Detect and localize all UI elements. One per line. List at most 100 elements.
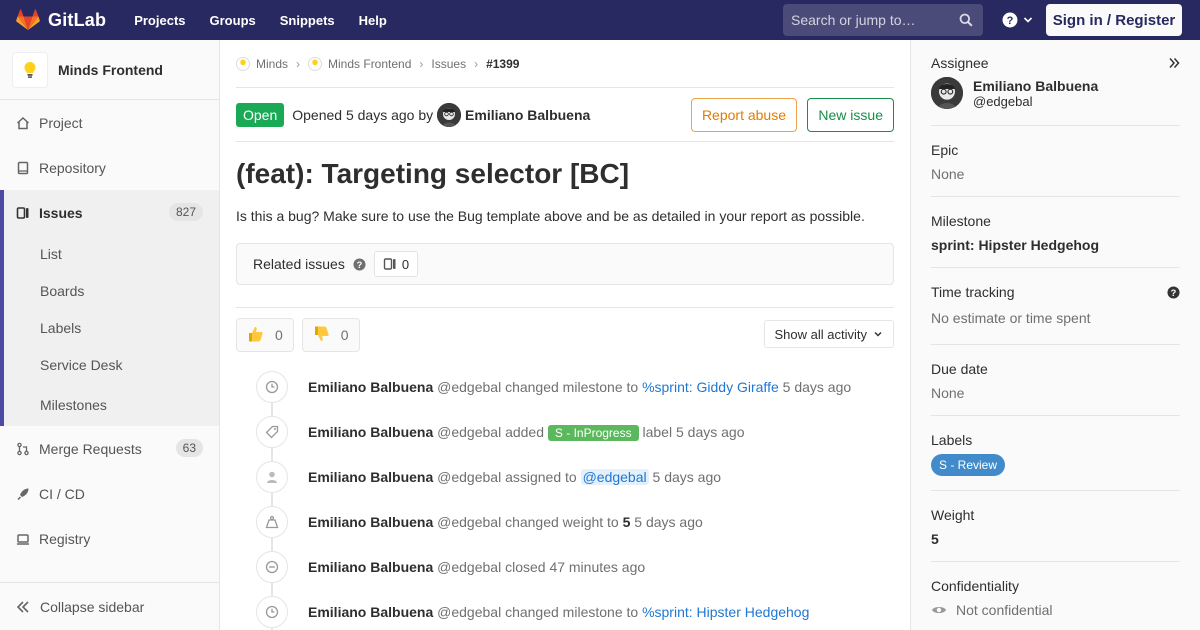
epic-value: None: [931, 166, 965, 182]
confidentiality-title: Confidentiality: [931, 578, 1019, 594]
new-issue-button[interactable]: New issue: [807, 98, 894, 132]
sidebar-subitem-list[interactable]: List: [4, 235, 219, 272]
timeline-username[interactable]: @edgebal: [437, 424, 501, 440]
sidebar-item-issues[interactable]: Issues 827: [4, 190, 219, 235]
milestone-link[interactable]: %sprint: Giddy Giraffe: [642, 379, 779, 395]
svg-text:?: ?: [1171, 287, 1177, 297]
search-box[interactable]: [783, 4, 983, 36]
timeline-item: Emiliano Balbuena @edgebal changed miles…: [236, 364, 894, 409]
closed-icon: [256, 550, 288, 583]
timeline-time: 5 days ago: [782, 378, 852, 395]
labels-block[interactable]: Labels S - Review: [931, 416, 1180, 491]
epic-block[interactable]: Epic None: [931, 126, 1180, 197]
weight-block[interactable]: Weight 5: [931, 491, 1180, 562]
sidebar-item-ci-cd[interactable]: CI / CD: [0, 471, 219, 516]
nav-help[interactable]: Help: [359, 13, 387, 28]
double-chevron-left-icon: [16, 600, 29, 613]
sidebar-subitem-service-desk[interactable]: Service Desk: [4, 346, 219, 383]
due-date-title: Due date: [931, 361, 988, 377]
sidebar-subitem-milestones[interactable]: Milestones: [4, 383, 219, 426]
timeline-author[interactable]: Emiliano Balbuena: [308, 469, 433, 485]
search-input[interactable]: [791, 12, 951, 28]
timeline-username[interactable]: @edgebal: [437, 469, 501, 485]
assignee-block: Assignee Emiliano Balbuena @edgebal: [931, 40, 1180, 126]
sidebar-item-label: Registry: [39, 530, 91, 547]
timeline-username[interactable]: @edgebal: [437, 379, 501, 395]
container-icon: [16, 532, 30, 546]
user-icon: [256, 460, 288, 493]
timeline-author[interactable]: Emiliano Balbuena: [308, 379, 433, 395]
double-chevron-right-icon[interactable]: [1168, 57, 1180, 69]
opened-time: 5 days ago: [345, 106, 415, 123]
chevron-right-icon: ›: [419, 56, 424, 71]
thumbs-up-award-button[interactable]: 0: [236, 318, 294, 352]
top-nav-links: Projects Groups Snippets Help: [134, 13, 411, 28]
sidebar-subitem-labels[interactable]: Labels: [4, 309, 219, 346]
assignee-name[interactable]: Emiliano Balbuena: [973, 78, 1098, 94]
related-issues-count[interactable]: 0: [373, 251, 419, 277]
label-badge[interactable]: S - InProgress: [547, 424, 639, 441]
timeline-author[interactable]: Emiliano Balbuena: [308, 514, 433, 530]
sign-in-button[interactable]: Sign in / Register: [1046, 4, 1182, 36]
sidebar-subitem-boards[interactable]: Boards: [4, 272, 219, 309]
sidebar-item-repository[interactable]: Repository: [0, 145, 219, 190]
activity-filter-dropdown[interactable]: Show all activity: [763, 320, 894, 348]
sidebar-item-project[interactable]: Project: [0, 100, 219, 145]
confidentiality-block[interactable]: Confidentiality Not confidential: [931, 562, 1180, 630]
avatar[interactable]: [931, 77, 963, 109]
nav-projects[interactable]: Projects: [134, 13, 185, 28]
timeline-username[interactable]: @edgebal: [437, 514, 501, 530]
timeline-item: Emiliano Balbuena @edgebal assigned to @…: [236, 454, 894, 499]
chevron-right-icon: ›: [296, 56, 301, 71]
breadcrumb-minds-frontend[interactable]: Minds Frontend: [308, 56, 412, 71]
issue-title: (feat): Targeting selector [BC]: [236, 158, 630, 189]
nav-snippets[interactable]: Snippets: [280, 13, 335, 28]
question-circle-icon[interactable]: ?: [353, 257, 366, 271]
due-date-block[interactable]: Due date None: [931, 345, 1180, 416]
label-badge[interactable]: S - Review: [931, 454, 1006, 476]
collapse-sidebar-button[interactable]: Collapse sidebar: [0, 582, 219, 630]
gitlab-logo[interactable]: GitLab: [16, 9, 106, 31]
report-abuse-button[interactable]: Report abuse: [690, 98, 797, 132]
milestone-link[interactable]: %sprint: Hipster Hedgehog: [642, 604, 809, 620]
opened-by: by: [418, 106, 434, 123]
issue-author[interactable]: Emiliano Balbuena: [465, 107, 590, 123]
breadcrumb-minds[interactable]: Minds: [236, 56, 288, 71]
timeline-text: Emiliano Balbuena @edgebal assigned to @…: [308, 468, 721, 485]
thumbs-down-icon: [313, 325, 331, 346]
sidebar-item-registry[interactable]: Registry: [0, 516, 219, 561]
sidebar-issues-group: Issues 827 List Boards Labels Service De…: [0, 190, 219, 426]
thumbs-down-award-button[interactable]: 0: [301, 318, 360, 352]
timeline-author[interactable]: Emiliano Balbuena: [308, 604, 433, 620]
thumbs-up-icon: [247, 325, 265, 346]
chevron-right-icon: ›: [474, 56, 479, 71]
breadcrumb-issues[interactable]: Issues: [431, 57, 466, 71]
time-tracking-block: Time tracking ? No estimate or time spen…: [931, 268, 1180, 345]
timeline-author[interactable]: Emiliano Balbuena: [308, 559, 433, 575]
confidentiality-value-row: Not confidential: [931, 602, 1180, 618]
timeline-action: closed: [505, 558, 546, 575]
related-issues-panel: Related issues ? 0: [236, 243, 894, 285]
timeline-username[interactable]: @edgebal: [437, 559, 501, 575]
timeline-item: Emiliano Balbuena @edgebal closed 47 min…: [236, 544, 894, 589]
nav-groups[interactable]: Groups: [210, 13, 256, 28]
thumbs-down-count: 0: [340, 327, 349, 343]
assignee-user[interactable]: Emiliano Balbuena @edgebal: [931, 77, 1180, 109]
sidebar-item-merge-requests[interactable]: Merge Requests 63: [0, 426, 219, 471]
timeline-time: 5 days ago: [675, 423, 745, 440]
avatar[interactable]: [437, 102, 462, 127]
timeline-author[interactable]: Emiliano Balbuena: [308, 424, 433, 440]
assignee-title: Assignee: [931, 55, 989, 71]
user-mention[interactable]: @edgebal: [580, 468, 649, 485]
help-dropdown[interactable]: ?: [1002, 12, 1033, 28]
issue-main-content: Minds › Minds Frontend › Issues › #1399 …: [236, 40, 894, 630]
question-circle-icon[interactable]: ?: [1167, 285, 1180, 299]
milestone-block[interactable]: Milestone sprint: Hipster Hedgehog: [931, 197, 1180, 268]
breadcrumb-label: Minds Frontend: [328, 56, 412, 71]
activity-timeline: Emiliano Balbuena @edgebal changed miles…: [236, 364, 894, 630]
sidebar-project-header[interactable]: Minds Frontend: [0, 40, 219, 100]
svg-text:?: ?: [356, 259, 362, 269]
timeline-username[interactable]: @edgebal: [437, 604, 501, 620]
milestone-value[interactable]: sprint: Hipster Hedgehog: [931, 237, 1180, 253]
breadcrumb-issue-number[interactable]: #1399: [486, 57, 519, 71]
